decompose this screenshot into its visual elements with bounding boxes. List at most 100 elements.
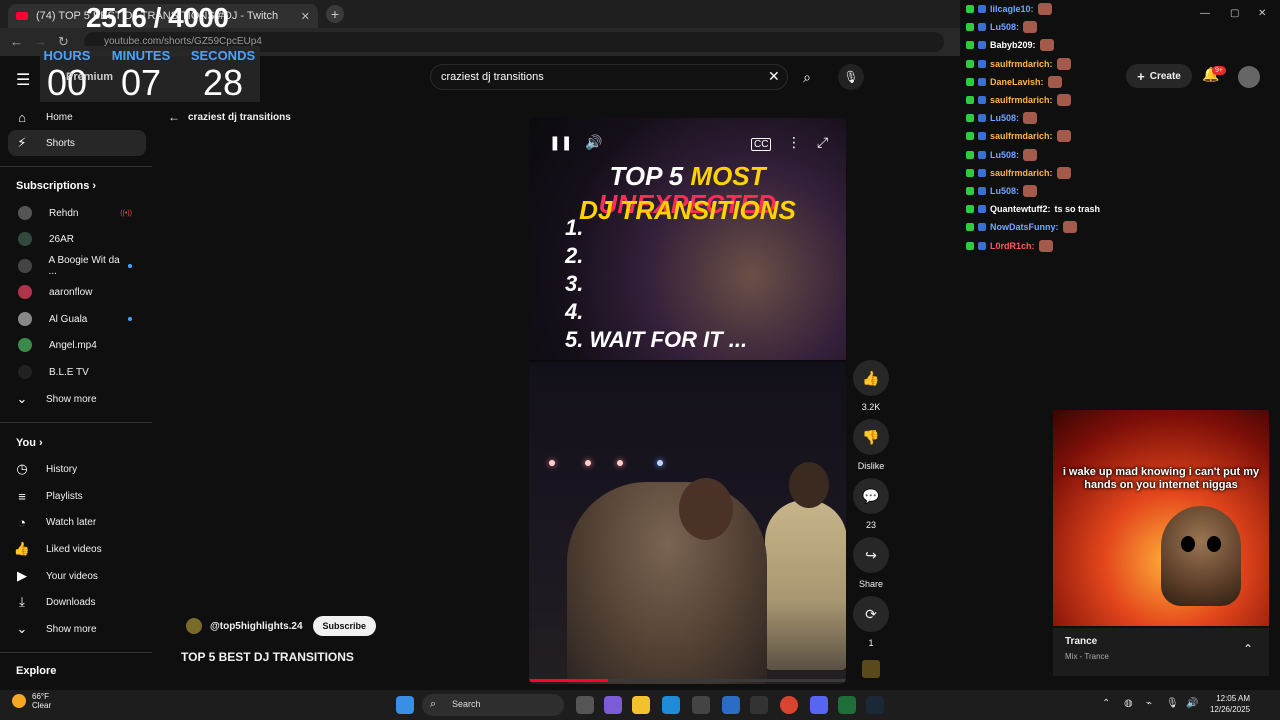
show-more-subscriptions[interactable]: ⌄ Show more <box>8 386 146 412</box>
taskbar-clock[interactable]: 12:05 AM 12/26/2025 <box>1202 693 1250 715</box>
chat-username[interactable]: saulfrmdarich: <box>990 59 1053 69</box>
app-icon[interactable] <box>750 696 768 714</box>
video-progress-bar[interactable] <box>529 679 846 682</box>
sidebar-item-your-videos[interactable]: ▶ Your videos <box>8 563 146 589</box>
sidebar: ⌂ Home ⚡ Shorts Subscriptions › Rehdn ((•))… <box>0 104 152 690</box>
search-input[interactable]: craziest dj transitions <box>430 64 788 90</box>
chat-username[interactable]: DaneLavish: <box>990 77 1044 87</box>
dislike-button[interactable]: 👎 Dislike <box>852 419 890 471</box>
sidebar-item-subscription[interactable]: Angel.mp4 <box>8 332 146 358</box>
list-item: 5. WAIT FOR IT ... <box>565 327 748 352</box>
discord-icon[interactable] <box>810 696 828 714</box>
pause-icon[interactable]: ❚❚ <box>549 134 572 151</box>
edge-icon[interactable] <box>662 696 680 714</box>
maximize-icon[interactable]: ▢ <box>1230 8 1239 19</box>
avatar[interactable] <box>186 618 202 634</box>
menu-icon[interactable]: ☰ <box>16 70 30 90</box>
badge-icon <box>978 77 986 86</box>
channel-handle[interactable]: @top5highlights.24 <box>210 621 303 632</box>
create-button[interactable]: + Create <box>1126 64 1192 88</box>
task-view-icon[interactable] <box>576 696 594 714</box>
voice-search-button[interactable]: 🎙 <box>838 64 864 90</box>
chat-username[interactable]: lilcagle10: <box>990 4 1034 14</box>
search-button[interactable]: ⌕ <box>790 64 824 90</box>
new-tab-button[interactable]: + <box>326 5 344 23</box>
clear-search-icon[interactable]: ✕ <box>768 68 780 85</box>
video-list: 1. 2. 3. 4. 5. WAIT FOR IT ... <box>565 214 747 354</box>
avatar <box>18 365 32 379</box>
more-options-icon[interactable]: ⋮ <box>787 134 801 151</box>
captions-icon[interactable]: CC <box>751 138 772 151</box>
sidebar-item-watch-later[interactable]: ◔ Watch later <box>8 509 146 535</box>
chat-username[interactable]: Lu508: <box>990 186 1019 196</box>
shorts-video-player[interactable]: ❚❚ 🔊 CC ⋮ ⤢ TOP 5 MOST UNEXPECTED DJ TRA… <box>529 118 846 684</box>
excel-icon[interactable] <box>838 696 856 714</box>
chat-username[interactable]: saulfrmdarich: <box>990 168 1053 178</box>
back-nav-icon[interactable]: ← <box>10 34 23 49</box>
avatar[interactable] <box>1238 66 1260 88</box>
chevron-up-icon[interactable]: ⌃ <box>1102 698 1110 709</box>
windows-start-icon[interactable] <box>396 696 414 714</box>
sidebar-item-subscription[interactable]: Rehdn ((•)) <box>8 200 146 226</box>
music-mix-card[interactable]: Trance Mix - Trance ⌃ <box>1053 628 1269 676</box>
sidebar-item-playlists[interactable]: ≡ Playlists <box>8 483 146 509</box>
subscribe-button[interactable]: Subscribe <box>312 616 377 636</box>
chat-username[interactable]: Quantewtuff2: <box>990 204 1051 214</box>
sidebar-item-shorts[interactable]: ⚡ Shorts <box>8 130 146 156</box>
sidebar-item-liked-videos[interactable]: 👍 Liked videos <box>8 536 146 562</box>
chat-username[interactable]: saulfrmdarich: <box>990 131 1053 141</box>
you-heading[interactable]: You › <box>16 437 43 449</box>
sidebar-item-subscription[interactable]: A Boogie Wit da ... <box>8 253 146 279</box>
tray-app-icon[interactable]: ◍ <box>1124 698 1133 709</box>
back-to-search-link[interactable]: ← craziest dj transitions <box>168 110 291 124</box>
show-more-you[interactable]: ⌄ Show more <box>8 616 146 642</box>
close-tab-icon[interactable]: ✕ <box>301 10 310 23</box>
channel-thumbnail-icon[interactable] <box>862 660 880 678</box>
steam-icon[interactable] <box>866 696 884 714</box>
store-icon[interactable] <box>692 696 710 714</box>
microphone-icon[interactable]: 🎙 <box>1166 698 1179 709</box>
share-button[interactable]: ↪ Share <box>852 537 890 589</box>
mail-icon[interactable] <box>722 696 740 714</box>
chat-username[interactable]: Babyb209: <box>990 40 1036 50</box>
close-window-icon[interactable]: ✕ <box>1258 8 1266 19</box>
like-button[interactable]: 👍 3.2K <box>852 360 890 412</box>
video-title: TOP 5 BEST DJ TRANSITIONS <box>181 650 354 664</box>
comments-button[interactable]: 💬 23 <box>852 478 890 530</box>
taskbar-search[interactable]: ⌕ Search <box>422 694 564 716</box>
weather-icon <box>12 694 26 708</box>
chat-username[interactable]: Lu508: <box>990 113 1019 123</box>
chat-username[interactable]: Lu508: <box>990 22 1019 32</box>
hours-label: HOURS <box>43 48 91 63</box>
sidebar-item-subscription[interactable]: 26AR <box>8 226 146 252</box>
copilot-icon[interactable] <box>604 696 622 714</box>
chat-username[interactable]: NowDatsFunny: <box>990 222 1059 232</box>
comment-count: 23 <box>865 520 876 530</box>
chevron-up-icon[interactable]: ⌃ <box>1243 642 1253 656</box>
chat-username[interactable]: saulfrmdarich: <box>990 95 1053 105</box>
taskbar: 66°F Clear ⌕ Search ⌃ ◍ ⌁ 🎙 🔊 12:05 AM 12… <box>0 690 1280 720</box>
badge-icon <box>978 132 986 141</box>
volume-icon[interactable]: 🔊 <box>585 134 602 151</box>
sidebar-item-home[interactable]: ⌂ Home <box>8 104 146 130</box>
chat-message: Quantewtuff2: ts so trash <box>966 200 1100 218</box>
file-explorer-icon[interactable] <box>632 696 650 714</box>
weather-widget[interactable]: 66°F Clear <box>12 692 51 710</box>
divider <box>0 652 152 653</box>
chat-username[interactable]: L0rdR1ch: <box>990 241 1035 251</box>
network-icon[interactable]: ⌁ <box>1146 698 1152 709</box>
remix-button[interactable]: ⟳ 1 <box>852 596 890 648</box>
volume-icon[interactable]: 🔊 <box>1186 698 1198 709</box>
fullscreen-icon[interactable]: ⤢ <box>817 134 828 151</box>
minimize-icon[interactable]: — <box>1200 8 1210 19</box>
chat-username[interactable]: Lu508: <box>990 150 1019 160</box>
subscriptions-heading[interactable]: Subscriptions › <box>16 180 96 192</box>
chrome-icon[interactable] <box>780 696 798 714</box>
sidebar-item-history[interactable]: ◷ History <box>8 456 146 482</box>
chevron-down-icon: ⌄ <box>16 621 28 636</box>
sidebar-item-subscription[interactable]: Al Guala <box>8 306 146 332</box>
chat-message: L0rdR1ch: <box>966 237 1053 255</box>
sidebar-item-subscription[interactable]: B.L.E TV <box>8 359 146 385</box>
sidebar-item-downloads[interactable]: ⤓ Downloads <box>8 589 146 615</box>
sidebar-item-subscription[interactable]: aaronflow <box>8 279 146 305</box>
